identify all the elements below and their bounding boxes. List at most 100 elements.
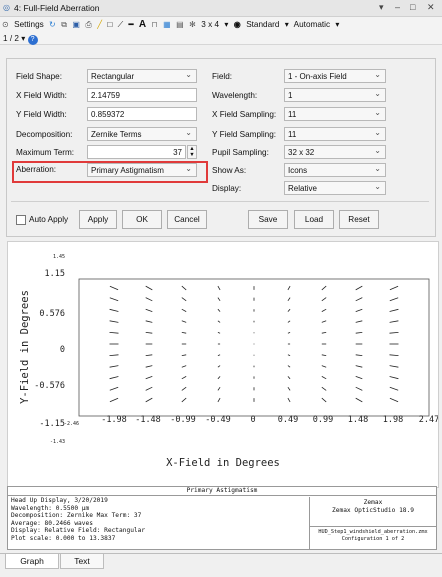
y-field-width-input[interactable]: 0.859372: [87, 107, 197, 121]
field-select[interactable]: 1 - On-axis Field: [284, 69, 386, 83]
aberration-icon: [321, 285, 327, 291]
grid-icon[interactable]: ▦: [163, 20, 171, 29]
line-icon[interactable]: ⟋: [118, 20, 124, 29]
aberration-icon: [217, 332, 221, 334]
help-icon[interactable]: ?: [27, 35, 38, 45]
x-field-width-input[interactable]: 2.14759: [87, 88, 197, 102]
save-icon[interactable]: ▣: [72, 20, 80, 29]
layout-dropdown-icon[interactable]: ▾: [224, 20, 228, 29]
aberration-icon: [287, 308, 291, 312]
ok-button[interactable]: OK: [122, 210, 162, 229]
rectangle-icon[interactable]: □: [107, 20, 112, 29]
pencil-icon[interactable]: ╱: [97, 20, 102, 29]
info-file: HUD_Step1_windshield_aberration.zmx Conf…: [310, 529, 436, 543]
y-tick-label: 0.576: [39, 309, 65, 319]
settings-panel: Field Shape: Rectangular X Field Width: …: [6, 58, 436, 237]
y-tick-label: -1.43: [50, 439, 65, 445]
aberration-icon: [181, 365, 187, 368]
standard-select[interactable]: Standard: [246, 20, 279, 29]
reset-button[interactable]: Reset: [339, 210, 379, 229]
window-layout-icon[interactable]: ▤: [176, 20, 184, 29]
automatic-dropdown-icon[interactable]: ▾: [335, 20, 339, 29]
maximum-term-input[interactable]: 37: [87, 145, 186, 159]
tab-text[interactable]: Text: [60, 554, 104, 569]
aberration-icon: [287, 376, 291, 380]
maximum-term-label: Maximum Term:: [16, 148, 75, 157]
aberration-icon: [181, 297, 187, 302]
aberration-icon: [145, 285, 153, 291]
save-button[interactable]: Save: [248, 210, 288, 229]
cancel-button[interactable]: Cancel: [167, 210, 207, 229]
page-dropdown-icon[interactable]: ▾: [21, 34, 25, 43]
text-icon[interactable]: A: [139, 19, 146, 30]
window-menu-icon[interactable]: ▾: [379, 2, 384, 13]
x-tick-label: -2.46: [64, 421, 79, 427]
aberration-icon: [217, 354, 221, 356]
x-field-sampling-select[interactable]: 11: [284, 107, 386, 121]
aberration-icon: [287, 285, 291, 291]
aberration-icon: [109, 285, 119, 291]
view-tabs: Graph Text: [0, 552, 442, 577]
automatic-select[interactable]: Automatic: [294, 20, 330, 29]
layout-icon[interactable]: ✻: [189, 20, 196, 29]
display-label: Display:: [212, 184, 242, 193]
info-line: Plot scale: 0.000 to 13.3837: [11, 534, 116, 542]
decomposition-label: Decomposition:: [16, 130, 73, 139]
aberration-icon: [181, 308, 187, 312]
aberration-icon: [217, 397, 221, 403]
aberration-icon: [321, 397, 327, 403]
collapse-icon[interactable]: ⊙: [2, 20, 9, 29]
maximum-term-spinner[interactable]: ▲ ▼: [187, 145, 197, 159]
info-left: Head Up Display, 3/20/2019 Wavelength: 0…: [11, 497, 281, 543]
aberration-icon: [217, 308, 221, 312]
pupil-sampling-select[interactable]: 32 x 32: [284, 145, 386, 159]
decomposition-select[interactable]: Zernike Terms: [87, 127, 197, 141]
aberration-icon: [355, 285, 363, 291]
aberration-icon: [389, 332, 399, 334]
close-icon[interactable]: ✕: [427, 2, 435, 13]
clock-icon[interactable]: ◉: [234, 20, 241, 29]
aberration-icon: [217, 365, 221, 368]
standard-dropdown-icon[interactable]: ▾: [285, 20, 289, 29]
load-button[interactable]: Load: [294, 210, 334, 229]
x-axis-label: X-Field in Degrees: [166, 457, 280, 469]
aberration-icon: [355, 386, 363, 391]
x-field-sampling-label: X Field Sampling:: [212, 110, 277, 119]
info-line: Decomposition: Zernike Max Term: 37: [11, 512, 142, 520]
aberration-icon: [321, 332, 327, 334]
copy-icon[interactable]: ⧉: [61, 20, 67, 29]
refresh-icon[interactable]: ↻: [49, 20, 56, 29]
auto-apply-label[interactable]: Auto Apply: [29, 215, 68, 224]
minimize-icon[interactable]: –: [395, 2, 400, 12]
x-tick-label: 1.48: [348, 415, 368, 425]
aberration-icon: [389, 365, 399, 368]
aberration-icon: [355, 376, 363, 380]
print-icon[interactable]: ⎙: [85, 20, 92, 29]
aberration-icon: [321, 320, 327, 323]
aberration-icon: [181, 376, 187, 380]
title-bar: ◎ 4: Full-Field Aberration ▾ – □ ✕: [0, 0, 442, 17]
aberration-select[interactable]: Primary Astigmatism: [87, 163, 197, 177]
maximize-icon[interactable]: □: [410, 2, 415, 12]
x-tick-label: 2.47: [419, 415, 438, 425]
page-label[interactable]: 1 / 2: [3, 34, 19, 43]
layout-select[interactable]: 3 x 4: [201, 20, 219, 29]
page-selector[interactable]: 1 / 2 ▾ ?: [3, 33, 38, 45]
auto-apply-checkbox[interactable]: [16, 215, 26, 225]
pupil-sampling-label: Pupil Sampling:: [212, 148, 269, 157]
aberration-icon: [355, 354, 363, 356]
show-as-select[interactable]: Icons: [284, 163, 386, 177]
display-select[interactable]: Relative: [284, 181, 386, 195]
y-tick-label: 1.15: [45, 269, 65, 279]
thick-line-icon[interactable]: ━: [129, 20, 134, 29]
wavelength-select[interactable]: 1: [284, 88, 386, 102]
aberration-icon: [217, 376, 221, 380]
lock-icon[interactable]: ⊓: [151, 20, 157, 29]
aberration-icon: [321, 376, 327, 380]
apply-button[interactable]: Apply: [79, 210, 117, 229]
aberration-icon: [109, 320, 119, 323]
settings-button[interactable]: Settings: [14, 20, 44, 29]
y-field-sampling-select[interactable]: 11: [284, 127, 386, 141]
tab-graph[interactable]: Graph: [5, 554, 59, 569]
field-shape-select[interactable]: Rectangular: [87, 69, 197, 83]
